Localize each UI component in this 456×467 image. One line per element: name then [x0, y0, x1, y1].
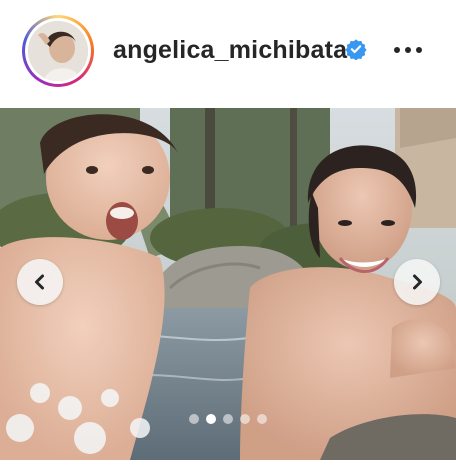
chevron-left-icon [35, 274, 44, 290]
post-footer-edge [0, 460, 456, 467]
carousel-dot [240, 414, 250, 424]
chevron-right-icon [413, 274, 422, 290]
username-link[interactable]: angelica_michibata [113, 36, 347, 65]
profile-avatar[interactable] [28, 21, 88, 81]
more-options-icon[interactable] [392, 38, 424, 62]
verified-badge-icon [345, 39, 367, 60]
photo-scene [0, 108, 456, 460]
carousel-prev-button[interactable] [17, 259, 63, 305]
carousel-indicator [0, 414, 456, 424]
post-header: angelica_michibata [0, 0, 456, 108]
carousel-dot [223, 414, 233, 424]
carousel-dot [189, 414, 199, 424]
story-ring[interactable] [22, 15, 94, 87]
carousel-dot [257, 414, 267, 424]
carousel-next-button[interactable] [394, 259, 440, 305]
carousel-dot [206, 414, 216, 424]
post-photo[interactable] [0, 108, 456, 460]
